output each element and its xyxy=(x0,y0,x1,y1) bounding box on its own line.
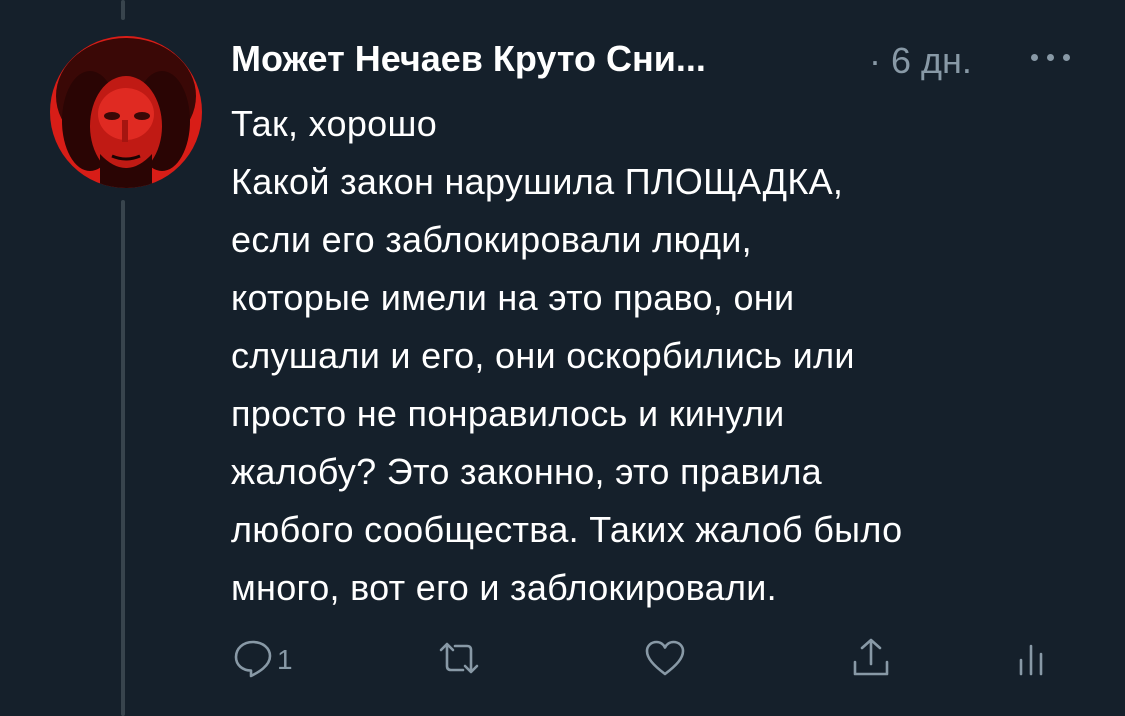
share-button[interactable] xyxy=(849,630,893,686)
more-options-button[interactable] xyxy=(1021,40,1081,76)
author-display-name[interactable]: Может Нечаев Круто Сни... xyxy=(231,38,706,80)
heart-icon xyxy=(645,640,685,676)
avatar[interactable] xyxy=(50,36,202,188)
tweet-actions: 1 xyxy=(231,630,1091,686)
tweet-meta: · 6 дн. xyxy=(869,40,972,82)
like-button[interactable] xyxy=(643,630,687,686)
reply-count: 1 xyxy=(277,644,293,675)
retweet-icon xyxy=(439,642,479,674)
analytics-button[interactable] xyxy=(1011,630,1055,686)
analytics-icon xyxy=(1019,644,1043,676)
reply-button[interactable]: 1 xyxy=(231,630,293,686)
thread-line-top xyxy=(121,0,125,20)
more-dot-icon xyxy=(1031,54,1038,61)
meta-separator: · xyxy=(869,40,881,81)
thread-line-bottom xyxy=(121,200,125,716)
share-icon xyxy=(853,638,889,676)
tweet-timestamp[interactable]: 6 дн. xyxy=(891,40,972,81)
reply-icon xyxy=(234,640,272,678)
tweet-header: Может Нечаев Круто Сни... · 6 дн. xyxy=(231,36,1091,86)
retweet-button[interactable] xyxy=(437,630,481,686)
avatar-image xyxy=(50,36,202,188)
more-dot-icon xyxy=(1063,54,1070,61)
more-dot-icon xyxy=(1047,54,1054,61)
tweet-text: Так, хорошо Какой закон нарушила ПЛОЩАДК… xyxy=(231,103,903,608)
